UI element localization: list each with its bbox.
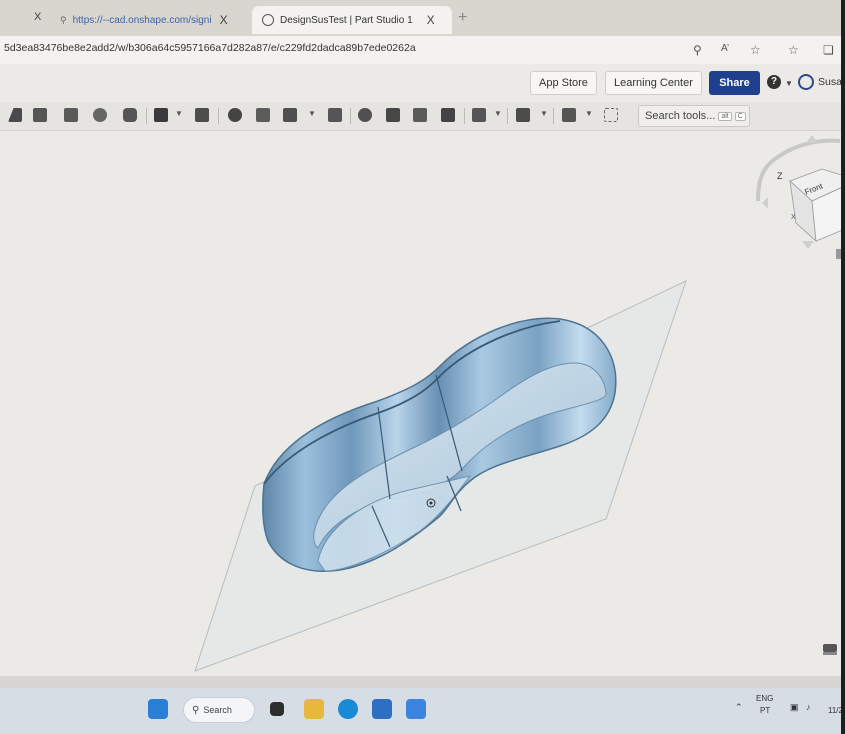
volume-icon[interactable]: ♪ <box>806 702 811 712</box>
shell-icon[interactable] <box>228 108 242 122</box>
favorites-add-icon[interactable]: ☆ <box>750 43 761 57</box>
learning-center-button[interactable]: Learning Center <box>605 71 702 95</box>
search-tools-input[interactable]: Search tools... alt C <box>638 105 750 127</box>
revolve-icon[interactable] <box>64 108 78 122</box>
language-indicator[interactable]: ENG <box>756 694 773 703</box>
chevron-down-icon[interactable]: ▼ <box>540 109 548 118</box>
close-icon[interactable]: X <box>427 13 435 27</box>
key-icon[interactable]: ⚲ <box>693 43 702 57</box>
chevron-down-icon[interactable]: ▼ <box>785 79 793 88</box>
view-rotate-arc-icon[interactable] <box>768 138 841 165</box>
axis-z-label: Z <box>777 171 783 181</box>
taskbar-search[interactable]: ⚲ Search <box>183 697 255 723</box>
tab-label: DesignSusTest | Part Studio 1 <box>280 14 413 26</box>
pattern-icon[interactable] <box>441 108 455 122</box>
origin-center <box>429 501 433 505</box>
windows-start-icon[interactable] <box>148 699 168 719</box>
help-icon[interactable]: ? <box>767 75 781 89</box>
graphics-viewport[interactable]: Front Z X <box>0 131 845 676</box>
search-icon: ⚲ <box>60 14 67 25</box>
toolbar-divider <box>553 108 554 124</box>
hole-icon[interactable] <box>328 108 342 122</box>
store-icon[interactable] <box>372 699 392 719</box>
taskbar-search-label: Search <box>203 705 232 715</box>
url-text[interactable]: 5d3ea83476be8e2add2/w/b306a64c5957166a7d… <box>4 42 416 54</box>
transform-icon[interactable] <box>413 108 427 122</box>
view-rotate-arc-icon[interactable] <box>756 161 772 202</box>
username[interactable]: Susa <box>818 76 842 88</box>
status-bar <box>0 676 845 688</box>
add-custom-feature-icon[interactable] <box>604 108 618 122</box>
chevron-down-icon[interactable]: ▼ <box>494 109 502 118</box>
view-cube[interactable]: Front Z X <box>756 135 845 259</box>
chevron-down-icon[interactable]: ▼ <box>175 109 183 118</box>
toolbar-divider <box>218 108 219 124</box>
feature-toolbar: ▼ ▼ ▼ ▼ ▼ Search tools... alt C <box>0 102 845 131</box>
viewport-canvas[interactable]: Front Z X <box>0 131 845 676</box>
edge-icon[interactable] <box>338 699 358 719</box>
app-store-button[interactable]: App Store <box>530 71 597 95</box>
tab-close-previous[interactable]: X <box>34 11 41 23</box>
view-arrow-left-icon[interactable] <box>762 197 768 209</box>
tab-part-studio[interactable]: DesignSusTest | Part Studio 1 X <box>252 6 452 34</box>
copilot-icon[interactable] <box>406 699 426 719</box>
region-indicator[interactable]: PT <box>760 706 770 715</box>
file-explorer-icon[interactable] <box>304 699 324 719</box>
chamfer-icon[interactable] <box>195 108 209 122</box>
collections-icon[interactable]: ❏ <box>823 43 834 57</box>
axis-x-label: X <box>791 214 796 221</box>
tab-label: https://--cad.onshape.com/signi <box>72 14 212 26</box>
loft-icon[interactable] <box>123 108 137 122</box>
toolbar-divider <box>350 108 351 124</box>
view-arrow-down-icon[interactable] <box>802 241 814 249</box>
sweep-icon[interactable] <box>93 108 107 122</box>
search-icon: ⚲ <box>192 704 200 716</box>
tab-onshape-signin[interactable]: ⚲ https://--cad.onshape.com/signi X <box>60 6 250 34</box>
avatar[interactable] <box>798 74 814 90</box>
sketch-icon[interactable] <box>8 108 22 122</box>
rib-icon[interactable] <box>283 108 297 122</box>
chevron-down-icon[interactable]: ▼ <box>585 109 593 118</box>
task-view-icon[interactable] <box>270 702 284 716</box>
shortcut-letter: C <box>734 111 746 121</box>
plane-icon[interactable] <box>472 108 486 122</box>
onshape-header: App Store Learning Center Share ? ▼ Susa <box>0 64 845 102</box>
boolean-icon[interactable] <box>358 108 372 122</box>
windows-taskbar: ⚲ Search ⌃ ENG PT ▣ ♪ 11/2 <box>0 688 845 734</box>
close-icon[interactable]: X <box>220 13 228 27</box>
chevron-up-icon[interactable]: ⌃ <box>735 702 743 713</box>
shortcut-key: alt <box>718 111 732 121</box>
onshape-favicon-icon <box>262 14 274 26</box>
monitor-bezel <box>841 0 845 734</box>
network-icon[interactable]: ▣ <box>790 702 799 713</box>
favorites-icon[interactable]: ☆ <box>788 43 799 57</box>
screen: X ⚲ https://--cad.onshape.com/signi X De… <box>0 0 845 734</box>
mate-connector-icon[interactable] <box>516 108 530 122</box>
browser-tab-strip: X ⚲ https://--cad.onshape.com/signi X De… <box>0 0 845 36</box>
selection-filter-icon[interactable] <box>823 644 837 655</box>
split-icon[interactable] <box>386 108 400 122</box>
search-tools-label: Search tools... <box>645 110 716 122</box>
fillet-icon[interactable] <box>154 108 168 122</box>
view-arrow-up-icon[interactable] <box>806 135 818 143</box>
read-aloud-icon[interactable]: A’ <box>721 43 729 54</box>
share-button[interactable]: Share <box>709 71 760 95</box>
address-bar[interactable]: 5d3ea83476be8e2add2/w/b306a64c5957166a7d… <box>0 36 845 65</box>
draft-icon[interactable] <box>256 108 270 122</box>
new-tab-button[interactable]: + <box>458 9 467 27</box>
toolbar-divider <box>146 108 147 124</box>
chevron-down-icon[interactable]: ▼ <box>308 109 316 118</box>
toolbar-divider <box>507 108 508 124</box>
toolbar-divider <box>464 108 465 124</box>
surface-icon[interactable] <box>562 108 576 122</box>
extrude-icon[interactable] <box>33 108 47 122</box>
